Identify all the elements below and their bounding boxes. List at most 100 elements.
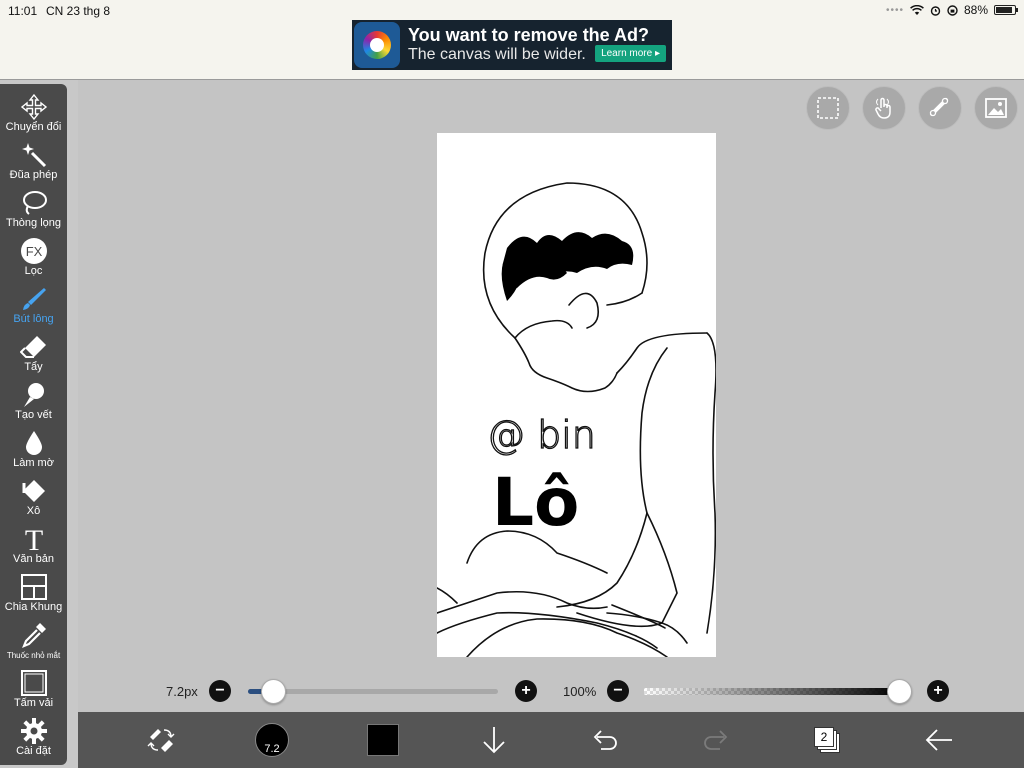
color-picker-button[interactable] [358, 712, 408, 768]
blur-drop-icon [25, 431, 42, 455]
layers-stack-icon: 2 [814, 727, 840, 753]
tool-smudge[interactable]: Tạo vết [0, 378, 67, 426]
smudge-icon [23, 383, 44, 407]
tool-label: Tẩy [24, 361, 43, 373]
tool-label: Văn bản [13, 553, 54, 565]
status-time: 11:01 [8, 4, 38, 18]
ruler-icon [929, 97, 949, 117]
tool-blur[interactable]: Làm mờ [0, 426, 67, 474]
top-bar: 11:01 CN 23 thg 8 •••• 88% You want to r… [0, 0, 1024, 80]
tool-label: Đũa phép [9, 169, 58, 181]
tool-label: Xô [26, 505, 41, 517]
arrow-down-icon [483, 727, 505, 754]
tool-label: Cài đặt [16, 745, 51, 757]
tool-transform[interactable]: Chuyển đổi [0, 90, 67, 138]
status-indicators: •••• 88% [885, 3, 1018, 17]
tool-brush[interactable]: Bút lông [0, 282, 67, 330]
image-icon [985, 98, 1007, 118]
opacity-slider[interactable] [644, 688, 900, 695]
brush-icon [22, 288, 46, 310]
magic-wand-icon [21, 143, 46, 168]
redo-icon [704, 730, 728, 750]
tool-text[interactable]: T Văn bản [0, 522, 67, 570]
arrow-left-icon [925, 729, 952, 751]
layer-count-label: 2 [820, 730, 828, 744]
ibis-paint-logo-icon [354, 22, 400, 68]
tool-magic-wand[interactable]: Đũa phép [0, 138, 67, 186]
tool-filter[interactable]: FX Lọc [0, 234, 67, 282]
tool-label: Bút lông [13, 313, 54, 325]
wifi-icon [910, 4, 924, 15]
download-button[interactable] [469, 712, 519, 768]
ad-banner[interactable]: You want to remove the Ad? The canvas wi… [352, 20, 672, 70]
tool-label: Tạo vết [15, 409, 52, 421]
canvas-icon [20, 670, 47, 696]
svg-text:FX: FX [25, 244, 42, 259]
tool-label: Tấm vải [13, 697, 54, 709]
tool-lasso[interactable]: Thòng lọng [0, 186, 67, 234]
tool-eraser[interactable]: Tẩy [0, 330, 67, 378]
bottom-toolbar: 7.2 2 [78, 712, 1024, 768]
move-icon [20, 93, 47, 121]
line-art-drawing: @ bin Lô [437, 182, 716, 657]
tool-frame-divider[interactable]: Chia Khung [0, 570, 67, 618]
brush-size-badge-label: 7.2 [264, 743, 280, 755]
tool-label: Chia Khung [4, 601, 63, 613]
selection-rect-icon [817, 97, 839, 119]
alarm-icon [930, 5, 941, 16]
gear-icon [20, 718, 47, 744]
current-color-swatch [367, 724, 399, 756]
fx-filter-icon: FX [20, 238, 47, 264]
tool-settings[interactable]: Cài đặt [0, 714, 67, 762]
svg-text:T: T [24, 525, 42, 553]
battery-icon [994, 5, 1018, 15]
layers-button[interactable]: 2 [802, 712, 852, 768]
status-date: CN 23 thg 8 [46, 4, 111, 18]
bucket-icon [22, 480, 45, 502]
brush-size-increase-button[interactable]: + [515, 680, 537, 702]
tool-label: Lọc [24, 265, 43, 277]
canvas-handle-text: @ bin [487, 413, 596, 457]
opacity-value: 100% [563, 684, 597, 699]
brush-size-decrease-button[interactable]: − [209, 680, 231, 702]
hand-touch-icon [875, 97, 891, 119]
tool-label: Chuyển đổi [5, 121, 62, 133]
ad-title: You want to remove the Ad? [408, 25, 650, 45]
tool-label: Làm mờ [13, 457, 54, 469]
eyedropper-icon [21, 623, 46, 648]
frame-divider-icon [20, 574, 47, 600]
selection-button[interactable] [806, 86, 850, 130]
undo-icon [593, 730, 617, 750]
reference-image-button[interactable] [974, 86, 1018, 130]
swap-brush-eraser-icon [147, 729, 175, 752]
eraser-icon [19, 336, 46, 358]
tool-sidebar: Chuyển đổi Đũa phép Thòng lọng FX Lọc Bú… [0, 84, 67, 765]
signal-dots-icon: •••• [885, 4, 904, 16]
brush-size-slider-handle[interactable] [261, 679, 286, 704]
brush-eraser-swap-button[interactable] [136, 712, 186, 768]
opacity-increase-button[interactable]: + [927, 680, 949, 702]
brush-size-value: 7.2px [166, 684, 198, 699]
brush-preview: 7.2 [255, 723, 289, 757]
battery-percent: 88% [963, 3, 988, 17]
redo-button[interactable] [691, 712, 741, 768]
rotation-lock-icon [947, 4, 958, 16]
back-button[interactable] [914, 712, 964, 768]
tool-canvas[interactable]: Tấm vải [0, 666, 67, 714]
learn-more-button[interactable]: Learn more ▸ [595, 45, 666, 62]
ruler-button[interactable] [918, 86, 962, 130]
tool-label: Thòng lọng [5, 217, 62, 229]
opacity-slider-handle[interactable] [887, 679, 912, 704]
brush-sliders: 7.2px − + 100% − + [160, 676, 980, 706]
lasso-icon [22, 191, 47, 215]
touch-gesture-button[interactable] [862, 86, 906, 130]
canvas-title-text: Lô [492, 464, 579, 541]
tool-eyedropper[interactable]: Thuốc nhỏ mắt [0, 618, 67, 666]
tool-bucket[interactable]: Xô [0, 474, 67, 522]
undo-button[interactable] [580, 712, 630, 768]
tool-label: Thuốc nhỏ mắt [6, 651, 61, 660]
brush-selector-button[interactable]: 7.2 [247, 712, 297, 768]
opacity-decrease-button[interactable]: − [607, 680, 629, 702]
drawing-canvas[interactable]: @ bin Lô [437, 133, 716, 657]
text-icon: T [24, 525, 42, 553]
